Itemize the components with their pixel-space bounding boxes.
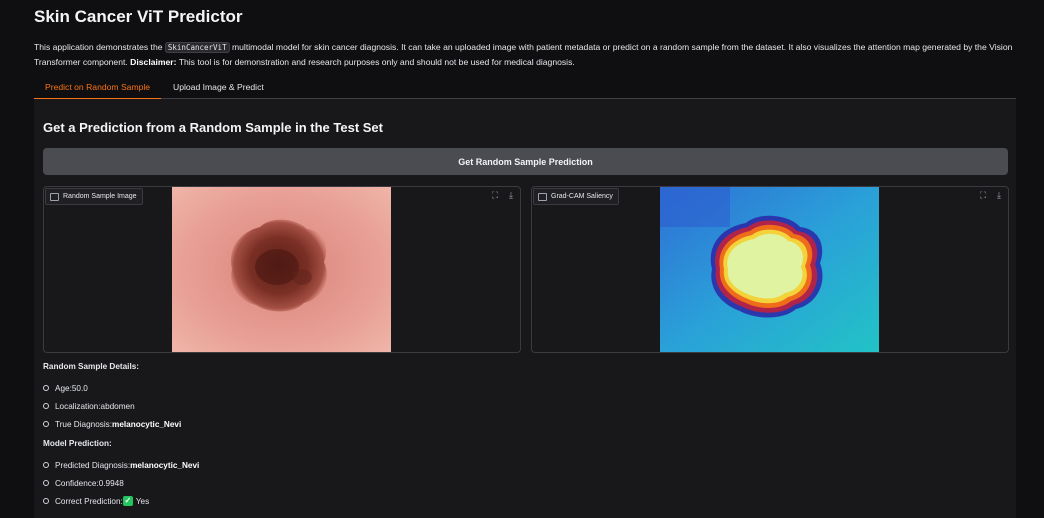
get-random-sample-button[interactable]: Get Random Sample Prediction [43, 148, 1008, 175]
gradcam-heatmap-image [660, 187, 879, 352]
list-item: Localization: abdomen [43, 397, 199, 415]
model-name-code: SkinCancerViT [164, 42, 230, 53]
prediction-list: Predicted Diagnosis: melanocytic_Nevi Co… [43, 456, 199, 510]
list-item: Correct Prediction: ✓ Yes [43, 492, 199, 510]
image-icon [50, 192, 59, 201]
random-sample-image-panel: Random Sample Image ⛶ ⤓ [43, 186, 521, 353]
tab-predict-random[interactable]: Predict on Random Sample [34, 82, 162, 100]
image-icon [538, 192, 547, 201]
app-description: This application demonstrates the SkinCa… [34, 42, 1013, 67]
model-prediction-heading: Model Prediction: [43, 439, 112, 448]
tab-upload-predict[interactable]: Upload Image & Predict [162, 82, 275, 98]
check-mark-icon: ✓ [122, 496, 133, 506]
image-toolbar: ⛶ ⤓ [978, 190, 1004, 200]
tab-bar: Predict on Random Sample Upload Image & … [34, 80, 1016, 100]
download-icon[interactable]: ⤓ [994, 190, 1004, 200]
results-section: Random Sample Details: Age: 50.0 Localiz… [43, 362, 199, 510]
list-item: Confidence: 0.9948 [43, 474, 199, 492]
skin-lesion-image [172, 187, 391, 352]
fullscreen-icon[interactable]: ⛶ [490, 190, 500, 200]
gradcam-saliency-panel: Grad-CAM Saliency ⛶ ⤓ [531, 186, 1009, 353]
image-label: Grad-CAM Saliency [533, 188, 619, 205]
list-item: Age: 50.0 [43, 379, 199, 397]
app-title: Skin Cancer ViT Predictor [34, 7, 243, 26]
image-label: Random Sample Image [45, 188, 143, 205]
section-title: Get a Prediction from a Random Sample in… [43, 120, 383, 135]
disclaimer-label: Disclaimer: [130, 57, 177, 67]
sample-details-heading: Random Sample Details: [43, 362, 139, 371]
list-item: Predicted Diagnosis: melanocytic_Nevi [43, 456, 199, 474]
list-item: True Diagnosis: melanocytic_Nevi [43, 415, 199, 433]
image-toolbar: ⛶ ⤓ [490, 190, 516, 200]
fullscreen-icon[interactable]: ⛶ [978, 190, 988, 200]
download-icon[interactable]: ⤓ [506, 190, 516, 200]
sample-details-list: Age: 50.0 Localization: abdomen True Dia… [43, 379, 199, 433]
